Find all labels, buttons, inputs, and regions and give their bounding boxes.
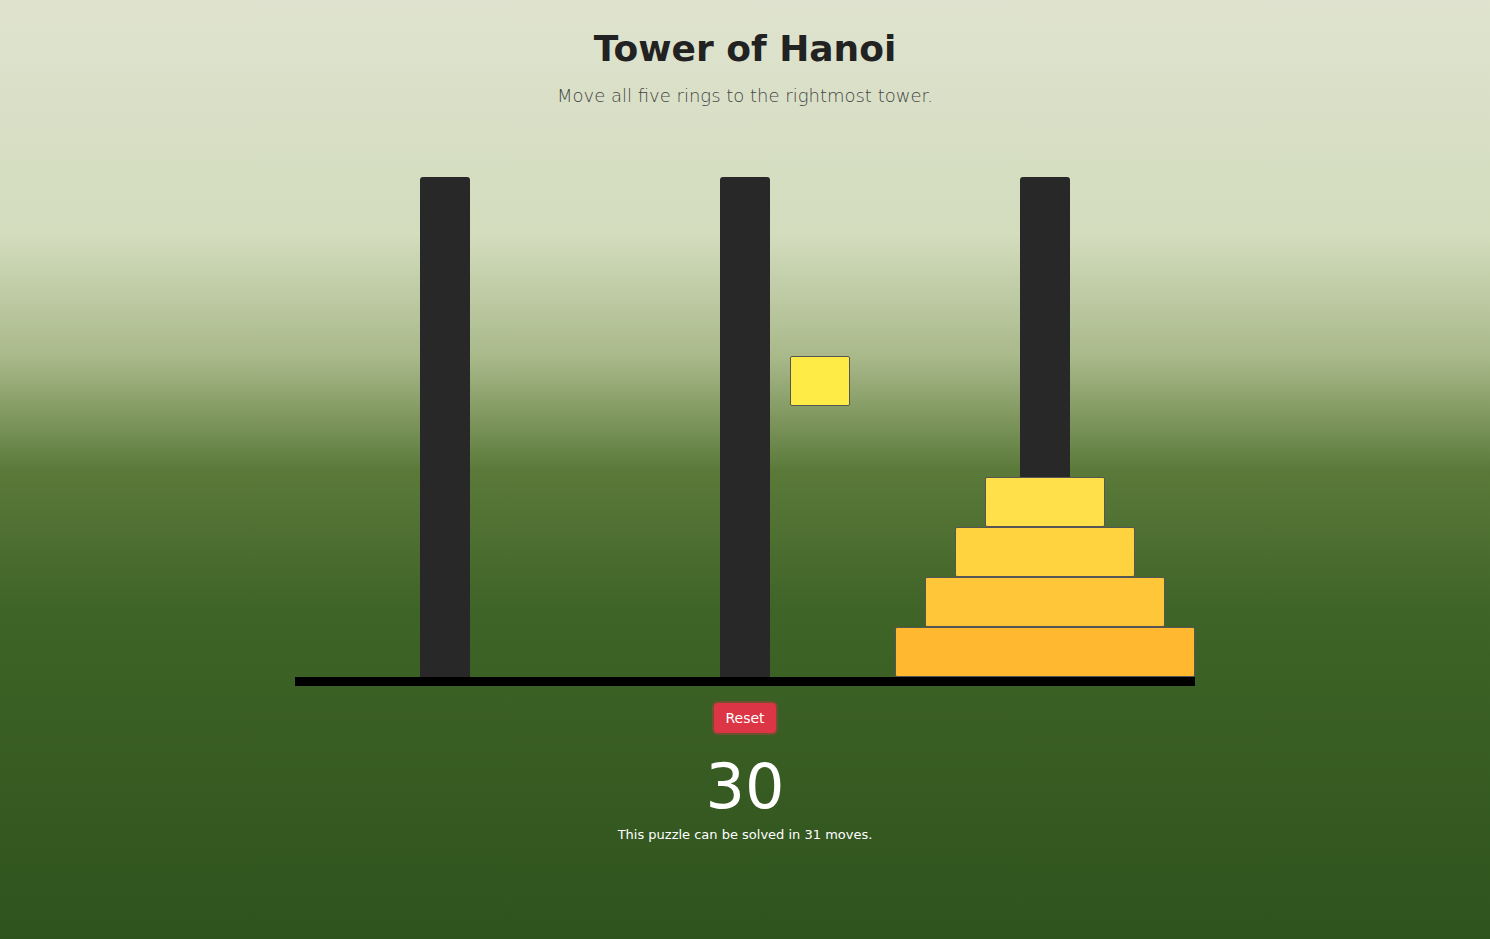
held-ring[interactable] bbox=[790, 356, 850, 406]
subtitle: Move all five rings to the rightmost tow… bbox=[557, 84, 933, 108]
tower[interactable] bbox=[895, 177, 1195, 677]
ring[interactable] bbox=[985, 477, 1105, 527]
reset-button[interactable]: Reset bbox=[714, 703, 775, 733]
peg[interactable] bbox=[720, 177, 770, 677]
peg[interactable] bbox=[420, 177, 470, 677]
tower[interactable] bbox=[295, 177, 595, 677]
move-count: 30 bbox=[706, 751, 785, 823]
towers bbox=[295, 177, 1195, 677]
tower[interactable] bbox=[595, 177, 895, 677]
caption: This puzzle can be solved in 31 moves. bbox=[618, 827, 873, 842]
base bbox=[295, 677, 1195, 686]
game-page: Tower of Hanoi Move all five rings to the… bbox=[0, 0, 1490, 842]
ring[interactable] bbox=[955, 527, 1135, 577]
ring[interactable] bbox=[895, 627, 1195, 677]
title: Tower of Hanoi bbox=[594, 26, 897, 72]
ring[interactable] bbox=[925, 577, 1165, 627]
board bbox=[295, 177, 1195, 686]
